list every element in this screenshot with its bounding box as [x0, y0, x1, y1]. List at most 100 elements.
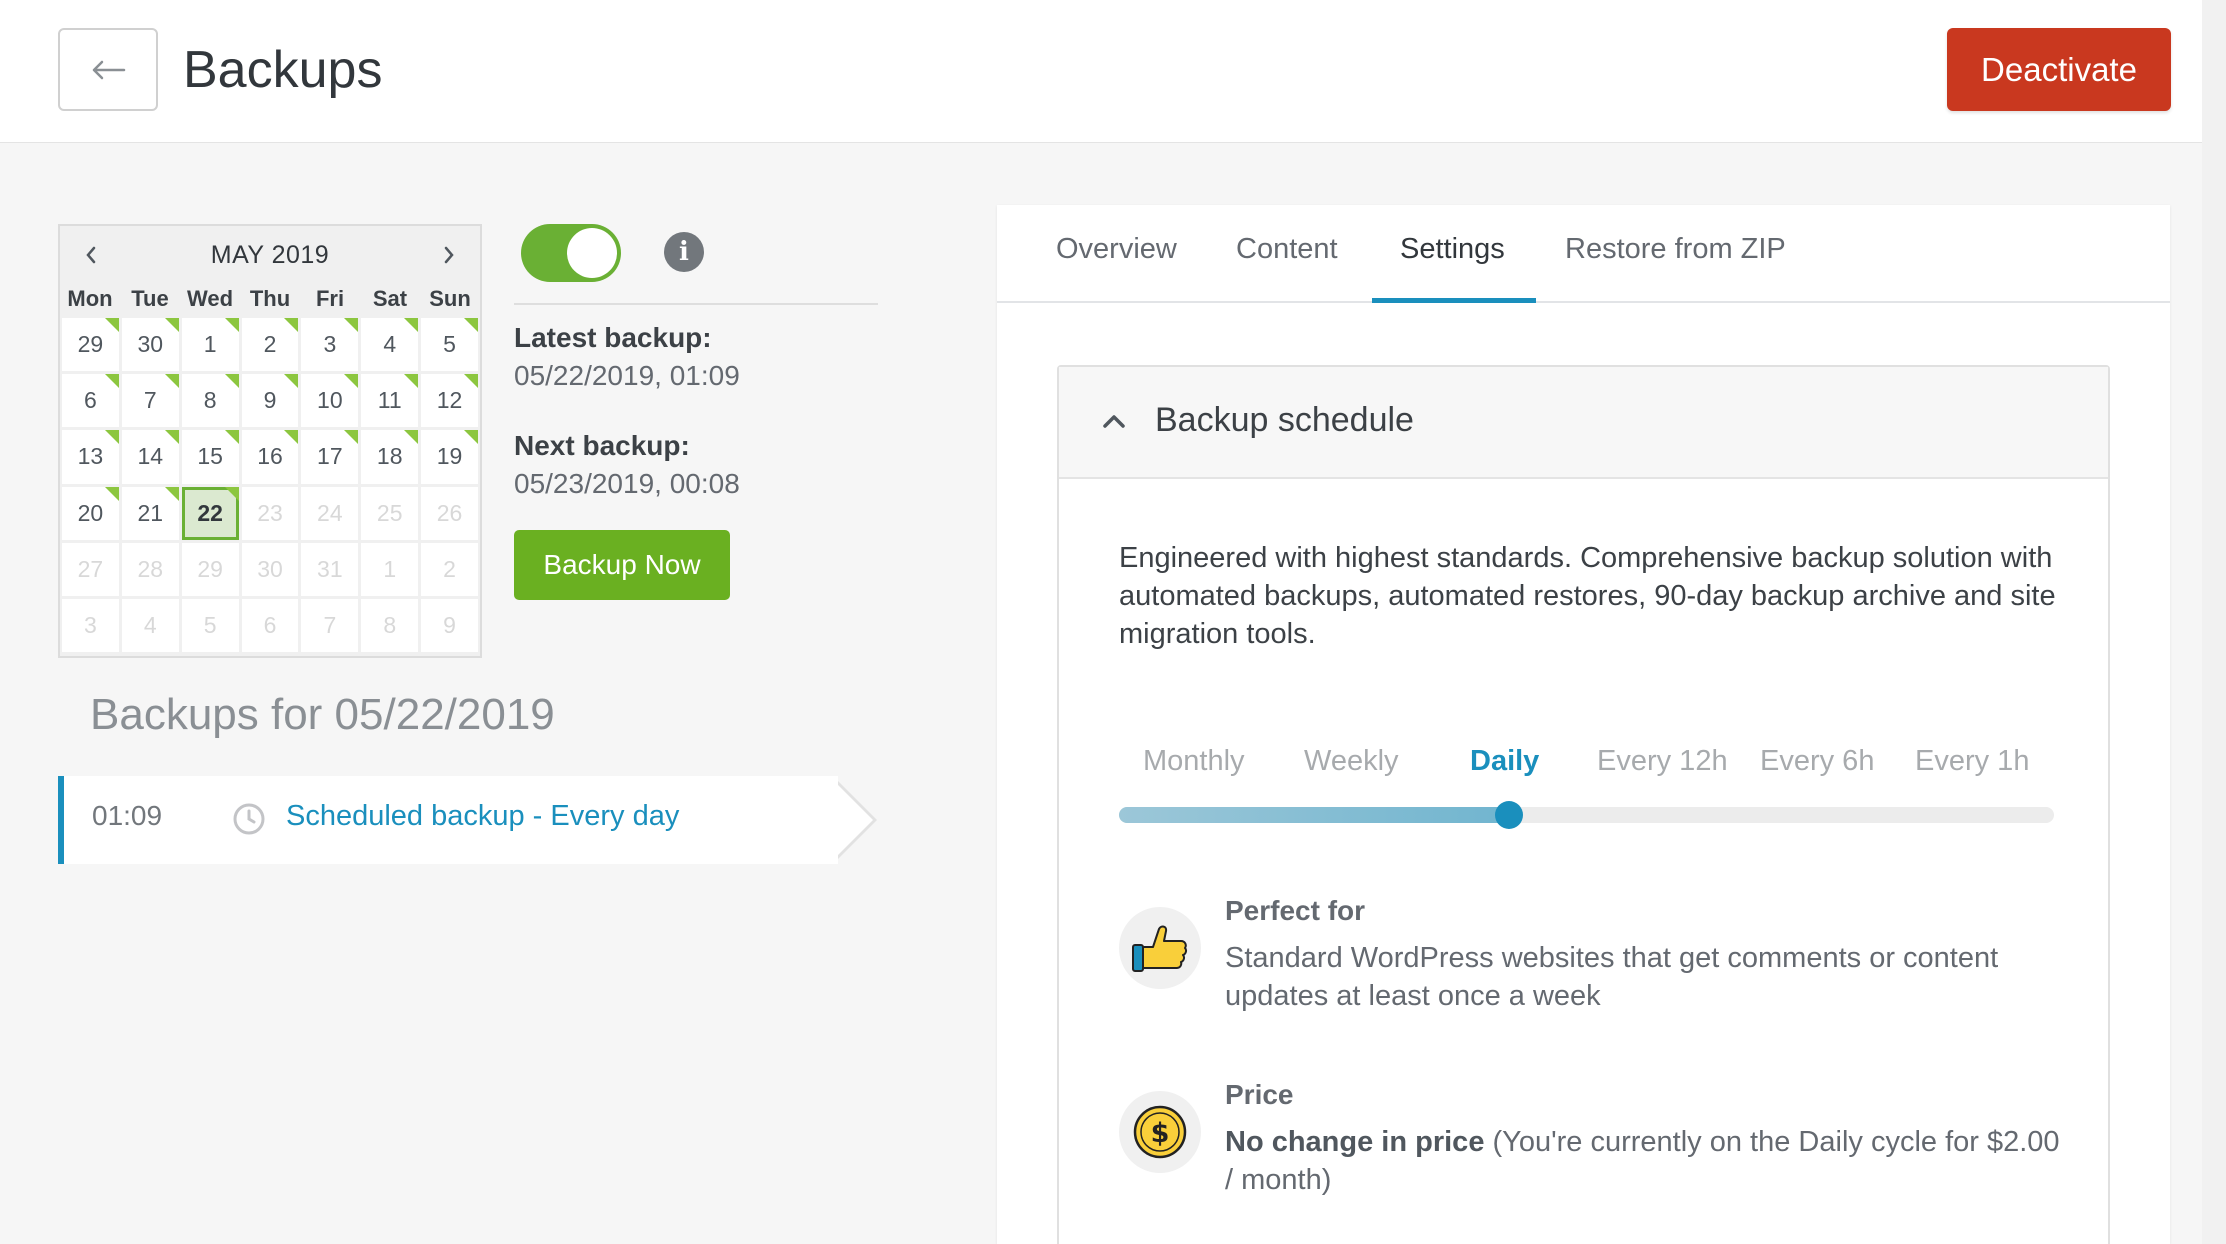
chevron-up-icon	[1103, 415, 1125, 428]
calendar-day: 1	[361, 542, 419, 596]
weekday-label: Sun	[429, 286, 471, 311]
backup-schedule-title: Backup schedule	[1155, 401, 1414, 439]
weekday-label: Sat	[372, 286, 408, 311]
backup-schedule-header[interactable]: Backup schedule	[1059, 367, 2108, 479]
calendar-day: 3	[62, 598, 119, 652]
weekday-label: Mon	[67, 286, 113, 311]
next-backup-label: Next backup:	[514, 430, 690, 461]
calendar-day-selected[interactable]: 22	[181, 486, 239, 540]
back-button[interactable]	[58, 28, 158, 111]
calendar-day[interactable]: 9	[241, 374, 299, 428]
price-text: No change in price (You're currently on …	[1225, 1123, 2065, 1199]
calendar-day[interactable]: 11	[361, 374, 419, 428]
calendar-day[interactable]: 18	[361, 430, 419, 484]
calendar-day[interactable]: 3	[301, 318, 359, 372]
calendar-day[interactable]: 10	[301, 374, 359, 428]
calendar-day: 26	[421, 486, 478, 540]
calendar-day[interactable]: 20	[62, 486, 119, 540]
latest-backup-label: Latest backup:	[514, 322, 712, 353]
calendar-day[interactable]: 19	[421, 430, 478, 484]
tab-overview[interactable]: Overview	[1056, 233, 1177, 266]
calendar-day[interactable]: 15	[181, 430, 239, 484]
backup-entry[interactable]: 01:09 Scheduled backup - Every day	[58, 776, 838, 864]
backup-entry-time: 01:09	[92, 800, 163, 831]
tab-bar: Overview Content Settings Restore from Z…	[997, 205, 2170, 303]
weekday-label: Thu	[249, 286, 291, 311]
page-title: Backups	[183, 41, 383, 99]
calendar-day[interactable]: 6	[62, 374, 119, 428]
feature-icon-thumbs-up	[1119, 907, 1201, 989]
calendar-day: 9	[421, 598, 478, 652]
backup-schedule-card: Backup schedule Engineered with highest …	[1057, 365, 2110, 1244]
frequency-labels: Monthly Weekly Daily Every 12h Every 6h …	[1119, 745, 2054, 785]
calendar-day[interactable]: 13	[62, 430, 119, 484]
entry-arrow	[831, 778, 873, 862]
info-icon[interactable]: i	[664, 232, 704, 272]
calendar-day: 5	[181, 598, 239, 652]
clock-icon	[233, 803, 265, 835]
backups-for-heading: Backups for 05/22/2019	[90, 690, 555, 739]
price-title: Price	[1225, 1079, 1294, 1110]
schedule-description: Engineered with highest standards. Compr…	[1119, 542, 2056, 650]
calendar-prev-button[interactable]	[76, 240, 106, 270]
settings-panel: Overview Content Settings Restore from Z…	[997, 205, 2170, 1244]
thumbs-up-icon	[1132, 925, 1188, 972]
calendar-day[interactable]: 4	[361, 318, 419, 372]
dollar-coin-icon: $	[1133, 1105, 1187, 1159]
tab-content[interactable]: Content	[1236, 233, 1338, 266]
backup-now-button[interactable]: Backup Now	[514, 530, 730, 600]
frequency-daily[interactable]: Daily	[1470, 745, 1539, 778]
calendar-day[interactable]: 8	[181, 374, 239, 428]
calendar-day[interactable]: 14	[121, 430, 179, 484]
calendar-day[interactable]: 17	[301, 430, 359, 484]
deactivate-button[interactable]: Deactivate	[1947, 28, 2171, 111]
calendar-day: 24	[301, 486, 359, 540]
perfect-for-text: Standard WordPress websites that get com…	[1225, 942, 1999, 1012]
calendar-day: 28	[121, 542, 179, 596]
toggle-knob	[567, 228, 617, 278]
calendar-next-button[interactable]	[434, 240, 464, 270]
chevron-left-icon	[86, 246, 96, 264]
tab-settings[interactable]: Settings	[1400, 233, 1505, 266]
slider-fill	[1119, 807, 1509, 823]
window-edge	[2202, 0, 2226, 1244]
weekday-label: Tue	[131, 286, 169, 311]
calendar-day[interactable]: 12	[421, 374, 478, 428]
frequency-every-6h[interactable]: Every 6h	[1760, 745, 1874, 778]
calendar-day: 30	[241, 542, 299, 596]
divider	[514, 303, 878, 305]
slider-thumb[interactable]	[1494, 801, 1523, 829]
calendar-day[interactable]: 21	[121, 486, 179, 540]
calendar-day: 25	[361, 486, 419, 540]
calendar-day: 8	[361, 598, 419, 652]
calendar-day[interactable]: 2	[241, 318, 299, 372]
calendar-day: 4	[121, 598, 179, 652]
calendar-day: 7	[301, 598, 359, 652]
backups-toggle[interactable]	[521, 224, 621, 282]
calendar-day[interactable]: 7	[121, 374, 179, 428]
calendar-day[interactable]: 5	[421, 318, 478, 372]
tab-restore-from-zip[interactable]: Restore from ZIP	[1565, 233, 1786, 266]
calendar-day[interactable]: 30	[121, 318, 179, 372]
weekday-label: Fri	[315, 286, 345, 311]
perfect-for-title: Perfect for	[1225, 895, 1366, 926]
frequency-every-1h[interactable]: Every 1h	[1915, 745, 2029, 778]
calendar-day: 6	[241, 598, 299, 652]
calendar-day: 29	[181, 542, 239, 596]
active-tab-indicator	[1372, 298, 1536, 303]
backup-entry-label: Scheduled backup - Every day	[286, 800, 680, 832]
calendar-day: 27	[62, 542, 119, 596]
calendar-day: 31	[301, 542, 359, 596]
price-change-label: No change in price	[1225, 1126, 1485, 1158]
frequency-monthly[interactable]: Monthly	[1143, 745, 1245, 778]
calendar-weekdays: Mon Tue Wed Thu Fri Sat Sun	[60, 286, 480, 316]
calendar-day[interactable]: 16	[241, 430, 299, 484]
frequency-weekly[interactable]: Weekly	[1304, 745, 1399, 778]
frequency-every-12h[interactable]: Every 12h	[1597, 745, 1728, 778]
chevron-right-icon	[444, 246, 454, 264]
frequency-slider[interactable]	[1119, 801, 2054, 829]
calendar-day[interactable]: 29	[62, 318, 119, 372]
calendar-days: 29 30 1 2 3 4 5 6 7 8 9 10 11 12 13 14 15 16 17 18 19 20 21 22 2…	[62, 318, 478, 652]
backup-calendar: MAY 2019 Mon Tue Wed Thu Fri Sat Sun 29 30 1 2 3 4 5…	[58, 224, 482, 658]
calendar-day[interactable]: 1	[181, 318, 239, 372]
